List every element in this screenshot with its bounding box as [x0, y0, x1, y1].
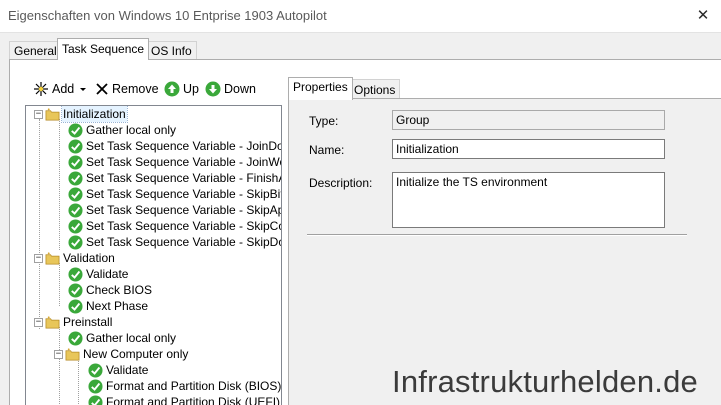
tree-item-label: Format and Partition Disk (BIOS) [106, 379, 282, 393]
folder-icon [45, 315, 60, 328]
tree-step[interactable]: Validate [88, 362, 149, 378]
tree-group-new-computer-only[interactable]: − New Computer only [54, 346, 189, 362]
tree-item-label: Format and Partition Disk (UEFI) [106, 395, 281, 405]
tab-os-info[interactable]: OS Info [146, 41, 197, 60]
task-sequence-tree[interactable]: − Initialization Gather local only Set T… [25, 105, 282, 405]
checkmark-icon [68, 218, 83, 234]
tab-options[interactable]: Options [349, 79, 401, 99]
tree-connector [59, 263, 60, 306]
x-icon [96, 82, 108, 95]
properties-divider [307, 234, 687, 236]
close-icon[interactable]: ✕ [690, 4, 716, 28]
tab-general[interactable]: General [9, 41, 62, 60]
tree-item-label: Check BIOS [86, 283, 153, 297]
arrow-up-circle-icon [164, 81, 180, 96]
tree-item-label: Set Task Sequence Variable - JoinDomain [86, 139, 281, 153]
folder-icon [65, 347, 80, 360]
name-label: Name: [309, 143, 345, 157]
tree-step[interactable]: Set Task Sequence Variable - JoinWorkgro… [68, 154, 281, 170]
collapse-toggle[interactable]: − [34, 109, 43, 119]
tree-item-label: Set Task Sequence Variable - SkipDomainM… [86, 235, 281, 249]
tree-item-label: Set Task Sequence Variable - SkipCompute… [86, 219, 281, 233]
checkmark-icon [68, 234, 83, 250]
remove-button[interactable]: Remove [95, 78, 159, 99]
checkmark-icon [68, 122, 83, 138]
description-textarea[interactable]: Initialize the TS environment [392, 172, 665, 228]
title-bar: Eigenschaften von Windows 10 Entprise 19… [0, 0, 721, 33]
remove-label: Remove [112, 81, 159, 96]
collapse-toggle[interactable]: − [54, 349, 63, 359]
collapse-toggle[interactable]: − [34, 253, 43, 263]
add-label: Add [52, 81, 75, 96]
name-input[interactable]: Initialization [392, 139, 665, 159]
tree-step[interactable]: Set Task Sequence Variable - SkipCompute… [68, 218, 281, 234]
checkmark-icon [68, 282, 83, 298]
chevron-down-icon [80, 87, 87, 91]
checkmark-icon [68, 154, 83, 170]
checkmark-icon [68, 138, 83, 154]
tree-connector [59, 327, 60, 405]
tree-item-label: Gather local only [86, 123, 177, 137]
tree-item-label: Set Task Sequence Variable - FinishActio… [86, 171, 281, 185]
checkmark-icon [68, 298, 83, 314]
type-label: Type: [309, 114, 339, 128]
tree-step[interactable]: Set Task Sequence Variable - SkipDomainM… [68, 234, 281, 250]
add-button[interactable]: Add [33, 78, 88, 99]
tree-item-label: Validate [106, 363, 149, 377]
tree-item-label: Gather local only [86, 331, 177, 345]
down-label: Down [224, 81, 256, 96]
folder-icon [45, 251, 60, 264]
tree-connector [59, 119, 60, 250]
tab-task-sequence[interactable]: Task Sequence [57, 38, 150, 60]
tree-group-preinstall[interactable]: − Preinstall [34, 314, 113, 330]
tree-step[interactable]: Gather local only [68, 330, 177, 346]
tree-step[interactable]: Set Task Sequence Variable - SkipApplica… [68, 202, 281, 218]
tree-step[interactable]: Format and Partition Disk (BIOS) [88, 378, 282, 394]
tree-step[interactable]: Set Task Sequence Variable - FinishActio… [68, 170, 281, 186]
tree-step[interactable]: Set Task Sequence Variable - SkipBitLock… [68, 186, 281, 202]
folder-icon [45, 107, 60, 120]
tree-item-label: Set Task Sequence Variable - SkipApplica… [86, 203, 281, 217]
checkmark-icon [88, 362, 103, 378]
tree-step[interactable]: Gather local only [68, 122, 177, 138]
checkmark-icon [68, 330, 83, 346]
down-button[interactable]: Down [205, 78, 256, 99]
tree-item-label: Preinstall [63, 315, 113, 329]
tree-connector [39, 119, 40, 329]
tab-properties[interactable]: Properties [288, 77, 353, 100]
description-label: Description: [309, 176, 373, 190]
tree-connector [78, 359, 79, 405]
checkmark-icon [68, 266, 83, 282]
checkmark-icon [88, 378, 103, 394]
tree-group-initialization[interactable]: − Initialization [34, 106, 128, 123]
properties-tab-strip: Properties Options [288, 77, 488, 100]
up-label: Up [183, 81, 199, 96]
collapse-toggle[interactable]: − [34, 317, 43, 327]
tree-step[interactable]: Check BIOS [68, 282, 153, 298]
tree-item-label: New Computer only [83, 347, 189, 361]
tree-item-label: Set Task Sequence Variable - SkipBitLock… [86, 187, 281, 201]
tree-step[interactable]: Next Phase [68, 298, 149, 314]
star-burst-icon [34, 81, 48, 96]
tree-item-label: Validation [63, 251, 115, 265]
main-tab-strip: General Task Sequence OS Info [0, 38, 721, 60]
tree-step[interactable]: Validate [68, 266, 129, 282]
watermark-text: Infrastrukturhelden.de [392, 364, 698, 399]
checkmark-icon [68, 202, 83, 218]
type-field: Group [392, 110, 665, 130]
tree-toolbar: Add Remove Up Down [25, 78, 282, 99]
checkmark-icon [88, 394, 103, 405]
checkmark-icon [68, 170, 83, 186]
tree-item-label: Set Task Sequence Variable - JoinWorkgro… [86, 155, 281, 169]
tree-item-label: Next Phase [86, 299, 149, 313]
arrow-down-circle-icon [205, 81, 221, 96]
checkmark-icon [68, 186, 83, 202]
tree-step[interactable]: Set Task Sequence Variable - JoinDomain [68, 138, 281, 154]
window-title: Eigenschaften von Windows 10 Entprise 19… [8, 8, 327, 23]
tree-step[interactable]: Format and Partition Disk (UEFI) [88, 394, 281, 405]
tree-group-validation[interactable]: − Validation [34, 250, 116, 266]
tree-item-label: Initialization [61, 106, 128, 123]
up-button[interactable]: Up [164, 78, 199, 99]
tree-item-label: Validate [86, 267, 129, 281]
